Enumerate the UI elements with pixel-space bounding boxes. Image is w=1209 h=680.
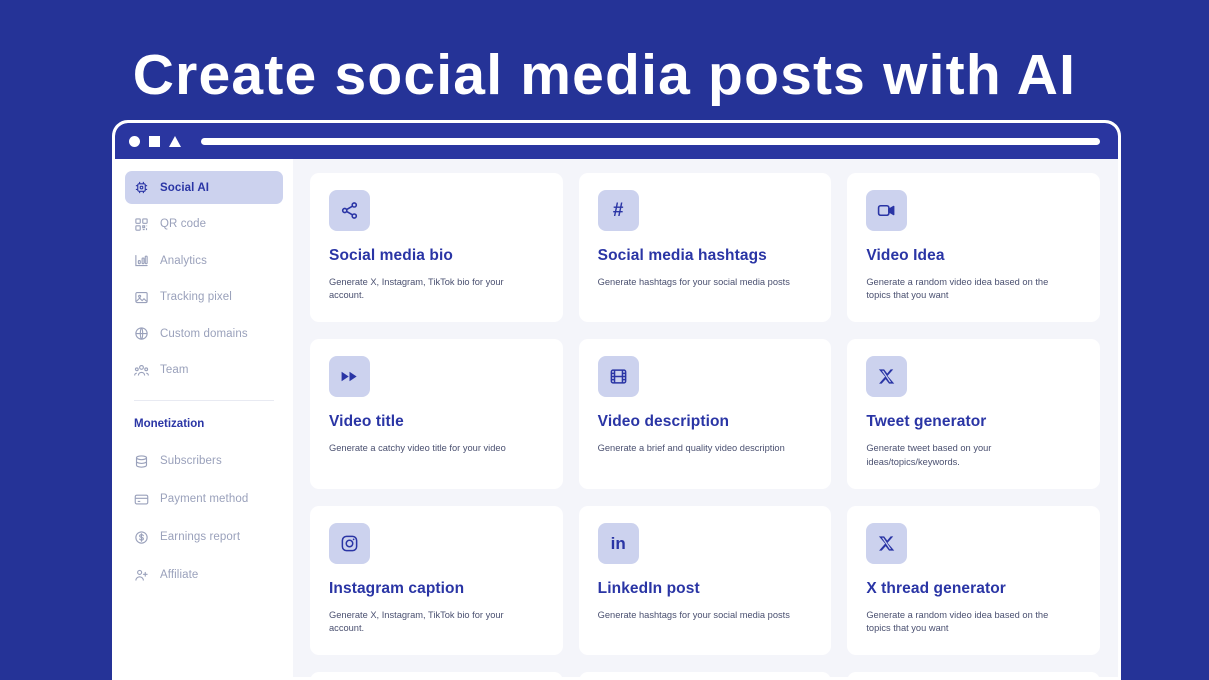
- browser-titlebar: [115, 123, 1118, 159]
- tool-card-grid: Social media bio Generate X, Instagram, …: [310, 173, 1100, 677]
- tool-card-social-media-hashtags[interactable]: # Social media hashtags Generate hashtag…: [578, 173, 832, 323]
- sidebar-item-custom-domains[interactable]: Custom domains: [125, 317, 283, 350]
- square-icon[interactable]: [149, 135, 160, 147]
- share-icon: [329, 190, 370, 231]
- tool-card-description: Generate a random video idea based on th…: [866, 277, 1049, 301]
- sidebar-item-label: Analytics: [160, 254, 207, 267]
- credit-card-icon: [134, 492, 149, 507]
- tool-card-instagram-caption[interactable]: Instagram caption Generate X, Instagram,…: [310, 505, 563, 656]
- sidebar: Social AI QR code Analytics Tracking pix…: [115, 159, 293, 677]
- image-icon: [134, 290, 149, 305]
- dollar-circle-icon: [134, 530, 149, 545]
- tool-card-video-idea[interactable]: Video Idea Generate a random video idea …: [847, 173, 1100, 323]
- tool-card-description: Generate X, Instagram, TikTok bio for yo…: [329, 277, 504, 301]
- tool-card-description: Generate hashtags for your social media …: [597, 277, 790, 287]
- tool-card-social-media-bio[interactable]: Social media bio Generate X, Instagram, …: [310, 173, 563, 323]
- sidebar-item-label: QR code: [160, 218, 207, 230]
- tool-card-title: Social media bio: [329, 247, 453, 264]
- tool-card-description: Generate a brief and quality video descr…: [597, 443, 785, 454]
- tool-card-pinterest[interactable]: [310, 672, 563, 677]
- tool-card-title: Video Idea: [866, 247, 945, 264]
- tool-card-title: Social media hashtags: [597, 247, 767, 264]
- tool-card-title: Instagram caption: [329, 579, 465, 597]
- tool-card-tiktok-1[interactable]: [578, 672, 832, 677]
- sidebar-item-label: Affiliate: [160, 569, 199, 581]
- sidebar-item-team[interactable]: Team: [125, 354, 283, 387]
- sidebar-item-social-ai[interactable]: Social AI: [125, 171, 283, 204]
- tool-card-title: Video title: [329, 413, 404, 431]
- main-content: Social media bio Generate X, Instagram, …: [293, 159, 1118, 677]
- tool-card-title: LinkedIn post: [597, 579, 700, 597]
- circle-icon[interactable]: [129, 135, 140, 147]
- film-strip-icon: [597, 356, 639, 398]
- linkedin-glyph: in: [610, 533, 626, 553]
- sidebar-item-label: Payment method: [160, 493, 249, 505]
- sidebar-monetization-group: Subscribers Payment method Earnings repo…: [125, 445, 283, 592]
- sidebar-divider: [134, 399, 274, 401]
- sidebar-item-payment-method[interactable]: Payment method: [125, 483, 283, 516]
- tool-card-video-description[interactable]: Video description Generate a brief and q…: [578, 339, 832, 489]
- hashtag-icon: #: [597, 190, 639, 231]
- tool-card-title: Video description: [597, 413, 730, 431]
- sidebar-item-earnings-report[interactable]: Earnings report: [125, 521, 283, 554]
- sidebar-item-subscribers[interactable]: Subscribers: [125, 445, 283, 478]
- hashtag-glyph: #: [612, 200, 624, 221]
- tool-card-tweet-generator[interactable]: Tweet generator Generate tweet based on …: [847, 339, 1100, 489]
- tool-card-video-title[interactable]: Video title Generate a catchy video titl…: [310, 339, 563, 489]
- tool-card-description: Generate a random video idea based on th…: [866, 609, 1049, 633]
- fast-forward-icon: [329, 356, 370, 398]
- sidebar-item-label: Earnings report: [160, 531, 241, 543]
- sidebar-item-label: Subscribers: [160, 455, 222, 467]
- sidebar-item-label: Custom domains: [160, 327, 248, 340]
- tool-card-title: X thread generator: [866, 579, 1006, 597]
- triangle-icon[interactable]: [169, 135, 181, 147]
- app-body: Social AI QR code Analytics Tracking pix…: [115, 159, 1118, 677]
- x-logo-icon: [866, 522, 908, 564]
- sidebar-item-qr-code[interactable]: QR code: [125, 208, 283, 241]
- tool-card-description: Generate hashtags for your social media …: [597, 609, 790, 620]
- tool-card-description: Generate tweet based on your ideas/topic…: [866, 443, 992, 467]
- tool-card-tiktok-2[interactable]: [847, 672, 1100, 677]
- sidebar-item-label: Team: [160, 364, 189, 376]
- bar-chart-icon: [134, 253, 149, 268]
- tool-card-title: Tweet generator: [866, 413, 987, 431]
- database-icon: [134, 454, 149, 469]
- globe-icon: [134, 326, 149, 341]
- sidebar-item-label: Tracking pixel: [160, 291, 232, 303]
- sidebar-item-affiliate[interactable]: Affiliate: [125, 559, 283, 592]
- sidebar-item-analytics[interactable]: Analytics: [125, 244, 283, 277]
- tool-card-description: Generate a catchy video title for your v…: [329, 443, 506, 454]
- browser-window: Social AI QR code Analytics Tracking pix…: [112, 120, 1121, 680]
- linkedin-icon: in: [597, 522, 639, 564]
- people-icon: [134, 363, 149, 378]
- page-root: Create social media posts with AI Social…: [0, 0, 1209, 680]
- instagram-icon: [329, 522, 370, 564]
- x-logo-icon: [866, 356, 908, 398]
- qr-code-icon: [134, 217, 149, 232]
- url-bar[interactable]: [201, 137, 1100, 145]
- page-headline: Create social media posts with AI: [132, 43, 1077, 107]
- tool-card-x-thread-generator[interactable]: X thread generator Generate a random vid…: [847, 505, 1100, 656]
- tool-card-description: Generate X, Instagram, TikTok bio for yo…: [329, 609, 504, 633]
- sidebar-section-label: Monetization: [134, 417, 205, 430]
- user-plus-icon: [134, 568, 149, 583]
- video-camera-icon: [866, 190, 908, 231]
- tool-card-linkedin-post[interactable]: in LinkedIn post Generate hashtags for y…: [578, 505, 832, 656]
- sidebar-item-tracking-pixel[interactable]: Tracking pixel: [125, 281, 283, 314]
- chip-icon: [134, 180, 149, 195]
- sidebar-item-label: Social AI: [160, 181, 210, 194]
